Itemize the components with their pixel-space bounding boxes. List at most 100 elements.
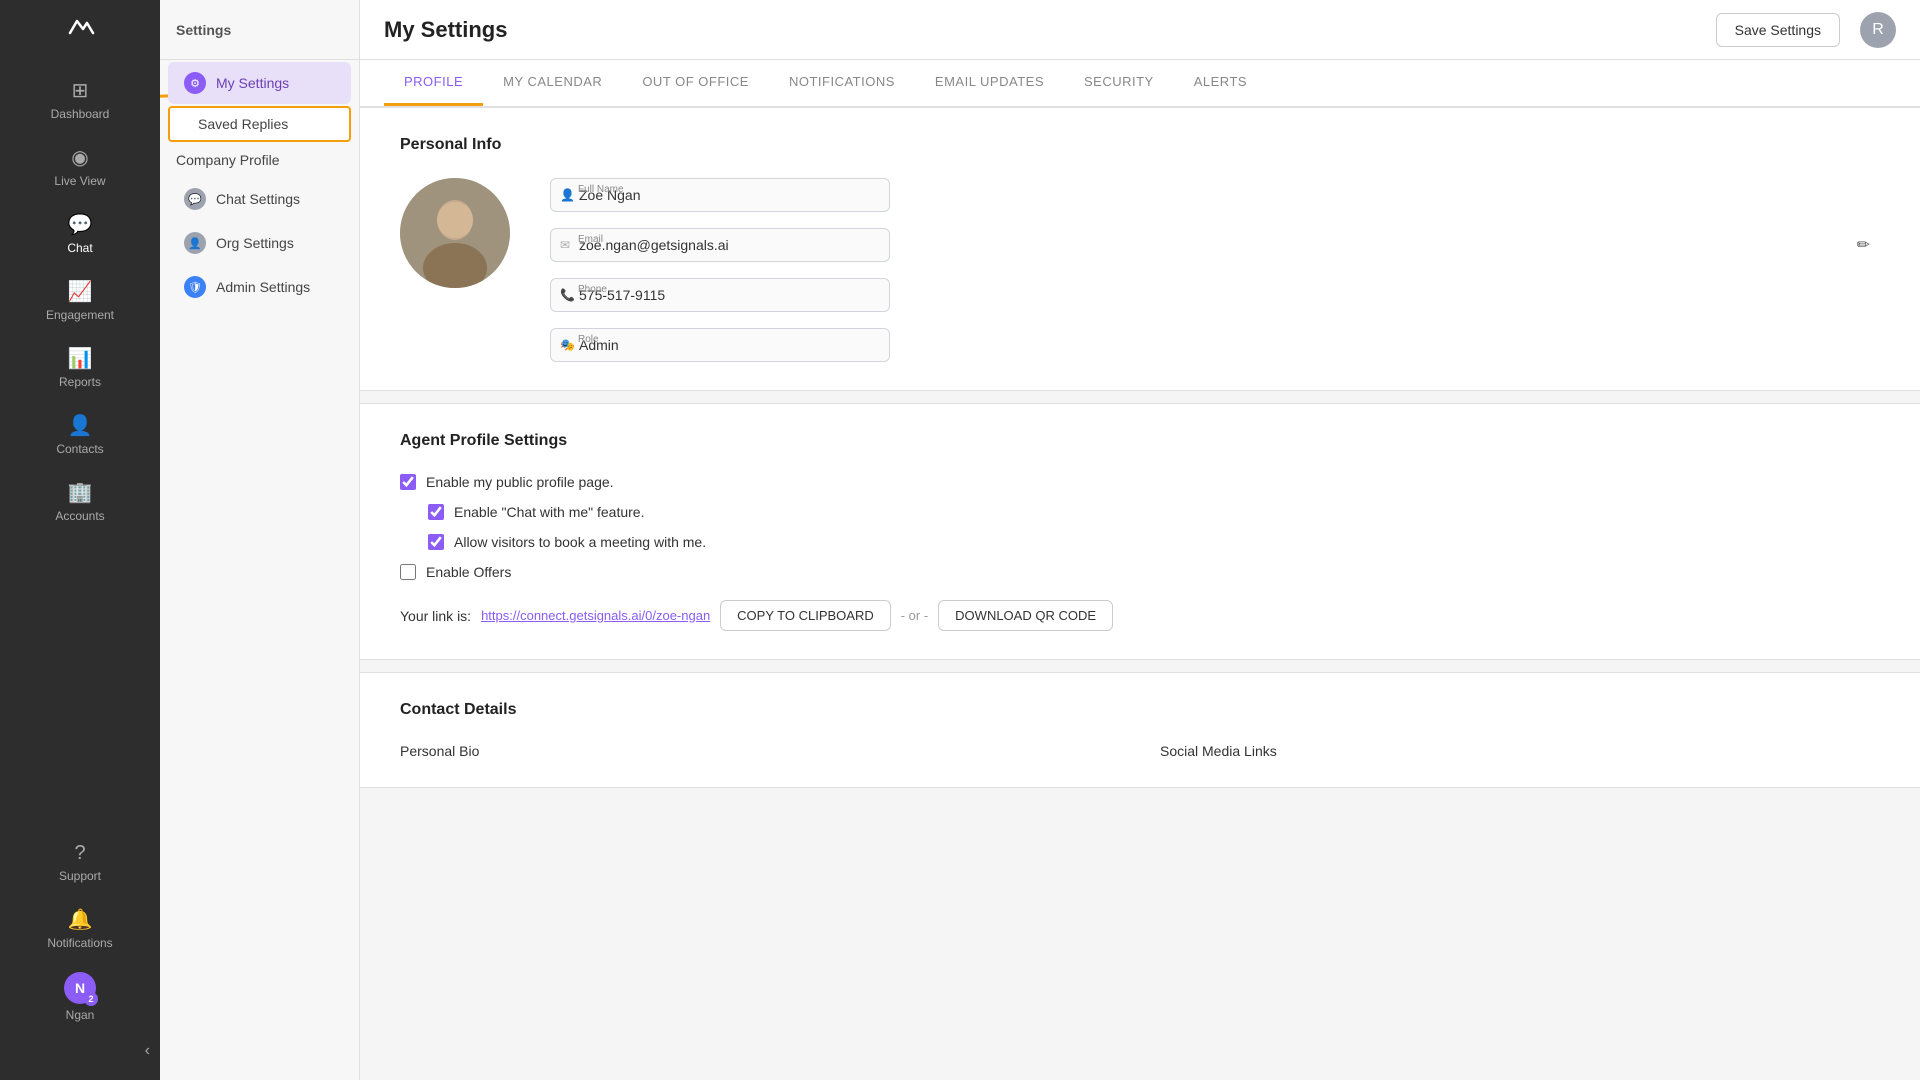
or-text: - or - <box>901 608 928 623</box>
header-user-avatar[interactable]: R <box>1860 12 1896 48</box>
dashboard-icon: ⊞ <box>72 78 89 103</box>
public-profile-label: Enable my public profile page. <box>426 474 614 490</box>
settings-item-saved-replies[interactable]: Saved Replies <box>168 106 351 142</box>
sidebar-item-contacts-label: Contacts <box>56 442 103 456</box>
full-name-label: Full Name <box>578 184 624 195</box>
sidebar-item-reports-label: Reports <box>59 375 101 389</box>
saved-replies-label: Saved Replies <box>198 116 288 132</box>
public-profile-row: Enable my public profile page. <box>400 474 1880 490</box>
content-area: Personal Info <box>360 107 1920 1080</box>
settings-item-company-profile[interactable]: Company Profile <box>160 144 359 176</box>
chat-settings-icon: 💬 <box>184 188 206 210</box>
sidebar-item-engagement-label: Engagement <box>46 308 114 322</box>
role-input[interactable] <box>550 328 890 362</box>
settings-item-chat-settings[interactable]: 💬 Chat Settings <box>168 178 351 220</box>
email-icon: ✉ <box>560 238 570 252</box>
settings-item-my-settings[interactable]: ⚙ My Settings <box>168 62 351 104</box>
avatar-area <box>400 178 510 288</box>
chat-icon: 💬 <box>68 212 93 237</box>
profile-link-row: Your link is: https://connect.getsignals… <box>400 600 1880 631</box>
phone-label: Phone <box>578 284 607 295</box>
contacts-icon: 👤 <box>68 413 93 438</box>
settings-header: Settings <box>160 0 359 60</box>
tab-out-of-office[interactable]: OUT OF OFFICE <box>622 60 769 106</box>
user-name-label: Ngan <box>66 1008 95 1022</box>
personal-info-title: Personal Info <box>400 136 1880 154</box>
profile-link-url[interactable]: https://connect.getsignals.ai/0/zoe-ngan <box>481 608 710 623</box>
header-right: Save Settings R <box>1716 12 1896 48</box>
phone-field-wrap: 📞 Phone <box>550 278 1880 312</box>
personal-bio-col: Personal Bio <box>400 743 1120 759</box>
settings-item-admin-settings[interactable]: 🛡 Admin Settings <box>168 266 351 308</box>
edit-email-icon[interactable]: ✏ <box>1857 235 1870 255</box>
contact-details-row: Personal Bio Social Media Links <box>400 743 1880 759</box>
sidebar-item-contacts[interactable]: 👤 Contacts <box>0 401 160 468</box>
contact-details-section: Contact Details Personal Bio Social Medi… <box>360 672 1920 788</box>
main-content: My Settings Save Settings R PROFILE MY C… <box>360 0 1920 1080</box>
left-nav: ⊞ Dashboard ◉ Live View 💬 Chat 📈 Engagem… <box>0 0 160 1080</box>
tab-email-updates[interactable]: EMAIL UPDATES <box>915 60 1064 106</box>
save-settings-button[interactable]: Save Settings <box>1716 13 1840 47</box>
tab-notifications[interactable]: NOTIFICATIONS <box>769 60 915 106</box>
agent-profile-title: Agent Profile Settings <box>400 432 1880 450</box>
book-meeting-label: Allow visitors to book a meeting with me… <box>454 534 706 550</box>
role-field-wrap: 🎭 Role <box>550 328 1880 362</box>
tab-alerts[interactable]: ALERTS <box>1174 60 1267 106</box>
app-logo[interactable] <box>62 10 98 46</box>
sidebar-item-engagement[interactable]: 📈 Engagement <box>0 267 160 334</box>
sidebar-item-notifications[interactable]: 🔔 Notifications <box>0 895 160 962</box>
chat-with-me-row: Enable "Chat with me" feature. <box>428 504 1880 520</box>
full-name-icon: 👤 <box>560 188 575 202</box>
link-row-label: Your link is: <box>400 608 471 624</box>
phone-icon: 📞 <box>560 288 575 302</box>
sidebar-item-chat-label: Chat <box>67 241 92 255</box>
sidebar-item-dashboard-label: Dashboard <box>51 107 110 121</box>
social-media-col: Social Media Links <box>1160 743 1880 759</box>
sidebar-item-accounts-label: Accounts <box>55 509 104 523</box>
sidebar-item-support[interactable]: ? Support <box>0 830 160 895</box>
sidebar-item-accounts[interactable]: 🏢 Accounts <box>0 468 160 535</box>
page-title: My Settings <box>384 17 507 43</box>
main-header: My Settings Save Settings R <box>360 0 1920 60</box>
tabs-bar: PROFILE MY CALENDAR OUT OF OFFICE NOTIFI… <box>360 60 1920 107</box>
settings-sidebar: Settings ⚙ My Settings Saved Replies Com… <box>160 0 360 1080</box>
personal-info-row: 👤 Full Name ✉ Email ✏ 📞 <box>400 178 1880 362</box>
settings-item-org-settings-label: Org Settings <box>216 235 294 251</box>
settings-item-saved-replies-wrap: Saved Replies <box>168 106 351 142</box>
sidebar-item-dashboard[interactable]: ⊞ Dashboard <box>0 66 160 133</box>
enable-offers-row: Enable Offers <box>400 564 1880 580</box>
support-icon: ? <box>74 842 85 865</box>
form-fields: 👤 Full Name ✉ Email ✏ 📞 <box>550 178 1880 362</box>
collapse-nav-button[interactable]: ‹ <box>135 1032 160 1070</box>
sidebar-item-reports[interactable]: 📊 Reports <box>0 334 160 401</box>
settings-breadcrumb: Settings <box>176 22 231 38</box>
copy-to-clipboard-button[interactable]: COPY TO CLIPBOARD <box>720 600 891 631</box>
enable-offers-checkbox[interactable] <box>400 564 416 580</box>
settings-item-org-settings[interactable]: 👤 Org Settings <box>168 222 351 264</box>
public-profile-checkbox[interactable] <box>400 474 416 490</box>
tab-my-calendar[interactable]: MY CALENDAR <box>483 60 622 106</box>
admin-settings-icon: 🛡 <box>184 276 206 298</box>
org-settings-icon: 👤 <box>184 232 206 254</box>
tab-profile[interactable]: PROFILE <box>384 60 483 106</box>
role-label: Role <box>578 334 599 345</box>
email-label: Email <box>578 234 603 245</box>
settings-item-admin-settings-label: Admin Settings <box>216 279 310 295</box>
reports-icon: 📊 <box>68 346 93 371</box>
email-field-wrap: ✉ Email ✏ <box>550 228 1880 262</box>
sidebar-item-chat[interactable]: 💬 Chat <box>0 200 160 267</box>
sidebar-item-live-view-label: Live View <box>54 174 105 188</box>
contact-details-title: Contact Details <box>400 701 1880 719</box>
chat-with-me-checkbox[interactable] <box>428 504 444 520</box>
sidebar-item-support-label: Support <box>59 869 101 883</box>
download-qr-button[interactable]: DOWNLOAD QR CODE <box>938 600 1113 631</box>
sidebar-item-notifications-label: Notifications <box>47 936 112 950</box>
tab-security[interactable]: SECURITY <box>1064 60 1174 106</box>
role-icon: 🎭 <box>560 338 575 352</box>
notifications-icon: 🔔 <box>68 907 93 932</box>
user-profile-nav[interactable]: N 2 Ngan <box>54 962 106 1032</box>
profile-avatar[interactable] <box>400 178 510 288</box>
sidebar-item-live-view[interactable]: ◉ Live View <box>0 133 160 200</box>
agent-profile-section: Agent Profile Settings Enable my public … <box>360 403 1920 660</box>
book-meeting-checkbox[interactable] <box>428 534 444 550</box>
